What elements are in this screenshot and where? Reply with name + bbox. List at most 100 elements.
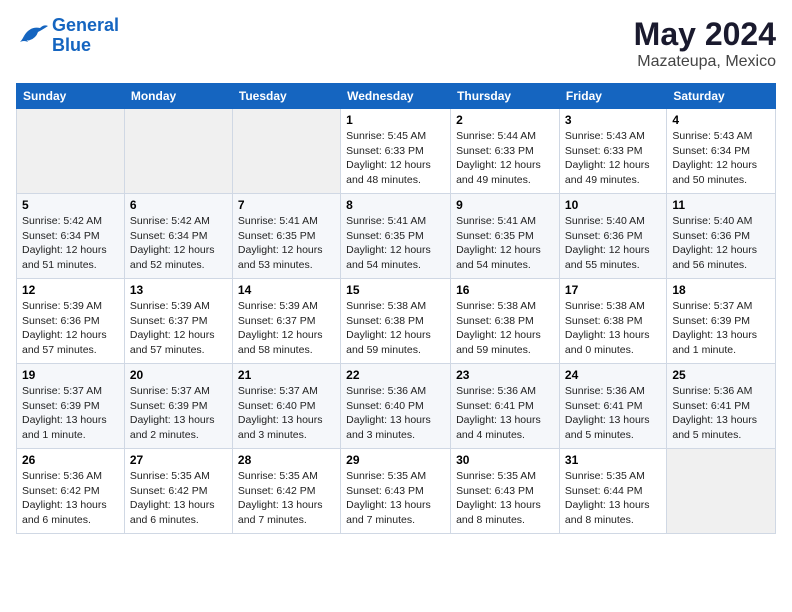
weekday-header-cell: Wednesday xyxy=(341,84,451,109)
weekday-header-cell: Sunday xyxy=(17,84,125,109)
calendar-week-row: 12 Sunrise: 5:39 AMSunset: 6:36 PMDayligh… xyxy=(17,279,776,364)
day-info: Sunrise: 5:36 AMSunset: 6:41 PMDaylight:… xyxy=(565,384,661,443)
day-info: Sunrise: 5:38 AMSunset: 6:38 PMDaylight:… xyxy=(565,299,661,358)
calendar-cell: 8Sunrise: 5:41 AMSunset: 6:35 PMDaylight… xyxy=(341,194,451,279)
day-info: Sunrise: 5:39 AMSunset: 6:37 PMDaylight:… xyxy=(130,299,227,358)
calendar-cell: 1 Sunrise: 5:45 AMSunset: 6:33 PMDaylight… xyxy=(341,109,451,194)
calendar-cell: 17 Sunrise: 5:38 AMSunset: 6:38 PMDayligh… xyxy=(559,279,666,364)
day-number: 26 xyxy=(22,453,119,467)
day-number: 18 xyxy=(672,283,770,297)
calendar-cell: 9 Sunrise: 5:41 AMSunset: 6:35 PMDaylight… xyxy=(451,194,560,279)
calendar-cell: 11 Sunrise: 5:40 AMSunset: 6:36 PMDayligh… xyxy=(667,194,776,279)
day-info: Sunrise: 5:38 AMSunset: 6:38 PMDaylight:… xyxy=(456,299,554,358)
day-number: 3 xyxy=(565,113,661,127)
day-info: Sunrise: 5:35 AMSunset: 6:42 PMDaylight:… xyxy=(238,469,335,528)
day-number: 1 xyxy=(346,113,445,127)
calendar-cell: 30 Sunrise: 5:35 AMSunset: 6:43 PMDayligh… xyxy=(451,449,560,534)
day-number: 22 xyxy=(346,368,445,382)
day-number: 15 xyxy=(346,283,445,297)
calendar-cell: 14Sunrise: 5:39 AMSunset: 6:37 PMDayligh… xyxy=(232,279,340,364)
calendar-cell: 15Sunrise: 5:38 AMSunset: 6:38 PMDayligh… xyxy=(341,279,451,364)
day-number: 14 xyxy=(238,283,335,297)
calendar-cell: 22Sunrise: 5:36 AMSunset: 6:40 PMDayligh… xyxy=(341,364,451,449)
weekday-header-cell: Friday xyxy=(559,84,666,109)
calendar-cell: 25 Sunrise: 5:36 AMSunset: 6:41 PMDayligh… xyxy=(667,364,776,449)
calendar-cell: 12 Sunrise: 5:39 AMSunset: 6:36 PMDayligh… xyxy=(17,279,125,364)
day-info: Sunrise: 5:39 AMSunset: 6:36 PMDaylight:… xyxy=(22,299,119,358)
calendar-cell: 26Sunrise: 5:36 AMSunset: 6:42 PMDayligh… xyxy=(17,449,125,534)
day-info: Sunrise: 5:37 AMSunset: 6:39 PMDaylight:… xyxy=(672,299,770,358)
day-info: Sunrise: 5:42 AMSunset: 6:34 PMDaylight:… xyxy=(130,214,227,273)
calendar-cell: 6 Sunrise: 5:42 AMSunset: 6:34 PMDaylight… xyxy=(124,194,232,279)
calendar-cell: 10Sunrise: 5:40 AMSunset: 6:36 PMDayligh… xyxy=(559,194,666,279)
calendar-table: SundayMondayTuesdayWednesdayThursdayFrid… xyxy=(16,83,776,534)
calendar-cell: 31 Sunrise: 5:35 AMSunset: 6:44 PMDayligh… xyxy=(559,449,666,534)
logo-line2: Blue xyxy=(52,35,91,55)
day-number: 11 xyxy=(672,198,770,212)
day-number: 25 xyxy=(672,368,770,382)
logo: General Blue xyxy=(16,16,119,56)
calendar-week-row: 5Sunrise: 5:42 AMSunset: 6:34 PMDaylight… xyxy=(17,194,776,279)
day-info: Sunrise: 5:37 AMSunset: 6:39 PMDaylight:… xyxy=(22,384,119,443)
weekday-header-cell: Saturday xyxy=(667,84,776,109)
day-info: Sunrise: 5:41 AMSunset: 6:35 PMDaylight:… xyxy=(238,214,335,273)
day-info: Sunrise: 5:37 AMSunset: 6:39 PMDaylight:… xyxy=(130,384,227,443)
logo-bird-icon xyxy=(16,22,48,50)
day-number: 31 xyxy=(565,453,661,467)
calendar-cell: 13 Sunrise: 5:39 AMSunset: 6:37 PMDayligh… xyxy=(124,279,232,364)
logo-text: General Blue xyxy=(52,16,119,56)
calendar-week-row: 1 Sunrise: 5:45 AMSunset: 6:33 PMDaylight… xyxy=(17,109,776,194)
day-info: Sunrise: 5:36 AMSunset: 6:41 PMDaylight:… xyxy=(456,384,554,443)
day-info: Sunrise: 5:40 AMSunset: 6:36 PMDaylight:… xyxy=(565,214,661,273)
day-info: Sunrise: 5:40 AMSunset: 6:36 PMDaylight:… xyxy=(672,214,770,273)
calendar-cell: 5Sunrise: 5:42 AMSunset: 6:34 PMDaylight… xyxy=(17,194,125,279)
weekday-header-cell: Monday xyxy=(124,84,232,109)
day-info: Sunrise: 5:35 AMSunset: 6:43 PMDaylight:… xyxy=(456,469,554,528)
day-number: 8 xyxy=(346,198,445,212)
calendar-cell: 19 Sunrise: 5:37 AMSunset: 6:39 PMDayligh… xyxy=(17,364,125,449)
calendar-cell: 3 Sunrise: 5:43 AMSunset: 6:33 PMDaylight… xyxy=(559,109,666,194)
day-info: Sunrise: 5:45 AMSunset: 6:33 PMDaylight:… xyxy=(346,129,445,188)
day-info: Sunrise: 5:41 AMSunset: 6:35 PMDaylight:… xyxy=(456,214,554,273)
month-title: May 2024 xyxy=(634,16,776,53)
calendar-cell xyxy=(17,109,125,194)
day-info: Sunrise: 5:35 AMSunset: 6:43 PMDaylight:… xyxy=(346,469,445,528)
day-number: 28 xyxy=(238,453,335,467)
calendar-cell xyxy=(232,109,340,194)
day-number: 9 xyxy=(456,198,554,212)
day-number: 6 xyxy=(130,198,227,212)
day-info: Sunrise: 5:44 AMSunset: 6:33 PMDaylight:… xyxy=(456,129,554,188)
calendar-week-row: 19 Sunrise: 5:37 AMSunset: 6:39 PMDayligh… xyxy=(17,364,776,449)
location-title: Mazateupa, Mexico xyxy=(634,53,776,71)
day-info: Sunrise: 5:43 AMSunset: 6:33 PMDaylight:… xyxy=(565,129,661,188)
page-header: General Blue May 2024 Mazateupa, Mexico xyxy=(16,16,776,71)
calendar-body: 1 Sunrise: 5:45 AMSunset: 6:33 PMDaylight… xyxy=(17,109,776,534)
day-info: Sunrise: 5:43 AMSunset: 6:34 PMDaylight:… xyxy=(672,129,770,188)
calendar-cell xyxy=(667,449,776,534)
calendar-cell: 4 Sunrise: 5:43 AMSunset: 6:34 PMDaylight… xyxy=(667,109,776,194)
day-info: Sunrise: 5:35 AMSunset: 6:44 PMDaylight:… xyxy=(565,469,661,528)
day-info: Sunrise: 5:36 AMSunset: 6:41 PMDaylight:… xyxy=(672,384,770,443)
day-number: 16 xyxy=(456,283,554,297)
logo-line1: General xyxy=(52,15,119,35)
day-number: 12 xyxy=(22,283,119,297)
calendar-cell xyxy=(124,109,232,194)
day-number: 29 xyxy=(346,453,445,467)
calendar-cell: 28 Sunrise: 5:35 AMSunset: 6:42 PMDayligh… xyxy=(232,449,340,534)
day-number: 19 xyxy=(22,368,119,382)
day-number: 17 xyxy=(565,283,661,297)
day-number: 4 xyxy=(672,113,770,127)
calendar-cell: 24Sunrise: 5:36 AMSunset: 6:41 PMDayligh… xyxy=(559,364,666,449)
title-block: May 2024 Mazateupa, Mexico xyxy=(634,16,776,71)
calendar-cell: 7Sunrise: 5:41 AMSunset: 6:35 PMDaylight… xyxy=(232,194,340,279)
weekday-header-row: SundayMondayTuesdayWednesdayThursdayFrid… xyxy=(17,84,776,109)
day-number: 13 xyxy=(130,283,227,297)
day-number: 20 xyxy=(130,368,227,382)
day-number: 23 xyxy=(456,368,554,382)
calendar-cell: 20 Sunrise: 5:37 AMSunset: 6:39 PMDayligh… xyxy=(124,364,232,449)
calendar-cell: 23 Sunrise: 5:36 AMSunset: 6:41 PMDayligh… xyxy=(451,364,560,449)
weekday-header-cell: Thursday xyxy=(451,84,560,109)
day-number: 27 xyxy=(130,453,227,467)
weekday-header-cell: Tuesday xyxy=(232,84,340,109)
day-number: 30 xyxy=(456,453,554,467)
